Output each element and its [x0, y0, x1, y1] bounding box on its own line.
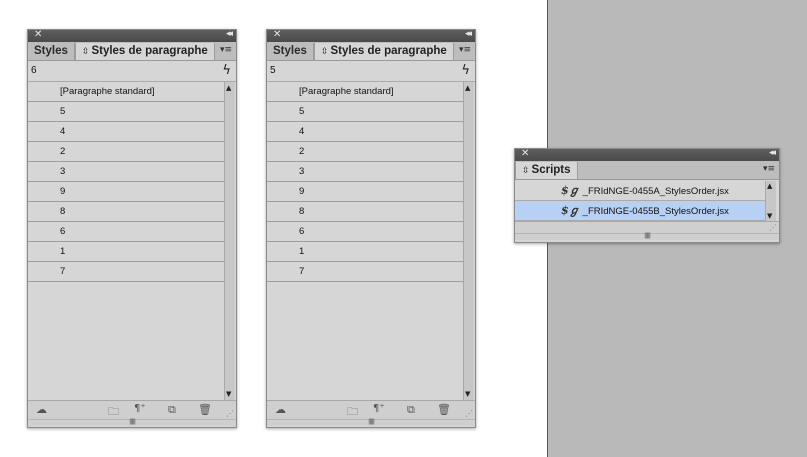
tab-label: Scripts: [531, 164, 571, 176]
scroll-up-icon[interactable]: ▲: [226, 84, 231, 92]
panel-footer: ☁ 🗀 ¶⁺ ⧉ 🗑 ⋰: [267, 400, 475, 419]
style-item[interactable]: 8: [267, 202, 463, 222]
close-icon[interactable]: ✕: [273, 29, 281, 40]
style-item[interactable]: 4: [267, 122, 463, 142]
quick-apply-icon[interactable]: ϟ: [461, 61, 470, 81]
resize-grip-icon[interactable]: ⋰: [769, 223, 777, 232]
tab-bar: ⇳ Scripts ▾≡: [515, 161, 779, 180]
clear-overrides-icon[interactable]: ¶⁺: [134, 403, 146, 414]
new-style-icon[interactable]: ⧉: [168, 403, 176, 417]
style-item[interactable]: [Paragraphe standard]: [28, 82, 224, 102]
vertical-scrollbar[interactable]: ▲ ▼: [463, 82, 474, 400]
trash-icon[interactable]: 🗑: [198, 403, 212, 416]
current-style-name: 6: [31, 65, 37, 76]
collapse-icon[interactable]: ◂◂: [226, 29, 233, 39]
style-item[interactable]: 9: [267, 182, 463, 202]
style-item[interactable]: 1: [267, 242, 463, 262]
current-style-name: 5: [270, 65, 276, 76]
style-item[interactable]: 3: [267, 162, 463, 182]
sort-icon: ⇳: [320, 47, 329, 57]
tab-paragraph-styles[interactable]: ⇳ Styles de paragraphe: [313, 43, 454, 60]
script-item[interactable]: $ℊ _FRIdNGE-0455A_StylesOrder.jsx: [515, 181, 765, 201]
script-item-selected[interactable]: $ℊ _FRIdNGE-0455B_StylesOrder.jsx: [515, 201, 765, 221]
panel-menu-icon[interactable]: ▾≡: [220, 45, 232, 55]
new-style-icon[interactable]: ⧉: [407, 403, 415, 417]
style-item[interactable]: 3: [28, 162, 224, 182]
panel-titlebar[interactable]: ✕ ◂◂: [28, 29, 236, 42]
paragraph-styles-panel-2: ✕ ◂◂ Styles ⇳ Styles de paragraphe ▾≡ 5 ϟ…: [266, 29, 476, 428]
style-item[interactable]: 7: [28, 262, 224, 282]
style-item[interactable]: 8: [28, 202, 224, 222]
tab-label: Styles de paragraphe: [330, 45, 447, 57]
close-icon[interactable]: ✕: [34, 29, 42, 40]
scripts-panel: ✕ ◂◂ ⇳ Scripts ▾≡ $ℊ _FRIdNGE-0455A_Styles…: [514, 148, 780, 243]
panel-titlebar[interactable]: ✕ ◂◂: [515, 148, 779, 161]
collapse-icon[interactable]: ◂◂: [465, 29, 472, 39]
vertical-scrollbar[interactable]: ▲ ▼: [765, 181, 776, 221]
style-item[interactable]: 9: [28, 182, 224, 202]
style-item[interactable]: 4: [28, 122, 224, 142]
style-item[interactable]: 2: [267, 142, 463, 162]
script-icon: $ℊ: [561, 184, 580, 197]
tab-scripts[interactable]: ⇳ Scripts: [515, 162, 578, 179]
scroll-up-icon[interactable]: ▲: [465, 84, 470, 92]
script-list: $ℊ _FRIdNGE-0455A_StylesOrder.jsx $ℊ _FRId…: [515, 181, 765, 221]
style-list: [Paragraphe standard] 5 4 2 3 9 8 6 1 7: [28, 82, 224, 400]
cloud-icon[interactable]: ☁: [36, 403, 47, 416]
scroll-down-icon[interactable]: ▼: [226, 390, 231, 398]
style-item[interactable]: 6: [28, 222, 224, 242]
bottom-drag-handle[interactable]: ||||||||||: [515, 233, 779, 240]
tab-bar: Styles ⇳ Styles de paragraphe ▾≡: [28, 42, 236, 61]
bottom-drag-handle[interactable]: ||||||||||: [267, 419, 475, 426]
style-item[interactable]: [Paragraphe standard]: [267, 82, 463, 102]
paragraph-styles-panel-1: ✕ ◂◂ Styles ⇳ Styles de paragraphe ▾≡ 6 ϟ…: [27, 29, 237, 428]
panel-footer: ⋰: [515, 221, 779, 233]
style-item[interactable]: 5: [28, 102, 224, 122]
panel-footer: ☁ 🗀 ¶⁺ ⧉ 🗑 ⋰: [28, 400, 236, 419]
tab-label: Styles de paragraphe: [91, 45, 208, 57]
tab-styles[interactable]: Styles: [267, 43, 314, 60]
style-item[interactable]: 6: [267, 222, 463, 242]
vertical-scrollbar[interactable]: ▲ ▼: [224, 82, 235, 400]
resize-grip-icon[interactable]: ⋰: [465, 409, 473, 418]
resize-grip-icon[interactable]: ⋰: [226, 409, 234, 418]
scroll-up-icon[interactable]: ▲: [767, 182, 772, 190]
panel-menu-icon[interactable]: ▾≡: [459, 45, 471, 55]
clear-overrides-icon[interactable]: ¶⁺: [373, 403, 385, 414]
close-icon[interactable]: ✕: [521, 148, 529, 159]
bottom-drag-handle[interactable]: ||||||||||: [28, 419, 236, 426]
style-item[interactable]: 7: [267, 262, 463, 282]
script-label: _FRIdNGE-0455B_StylesOrder.jsx: [582, 206, 729, 217]
scroll-down-icon[interactable]: ▼: [465, 390, 470, 398]
style-info-row: 6 ϟ: [28, 61, 236, 82]
tab-bar: Styles ⇳ Styles de paragraphe ▾≡: [267, 42, 475, 61]
collapse-icon[interactable]: ◂◂: [769, 148, 776, 158]
tab-paragraph-styles[interactable]: ⇳ Styles de paragraphe: [74, 43, 215, 60]
style-info-row: 5 ϟ: [267, 61, 475, 82]
style-item[interactable]: 1: [28, 242, 224, 262]
trash-icon[interactable]: 🗑: [437, 403, 451, 416]
script-label: _FRIdNGE-0455A_StylesOrder.jsx: [582, 186, 729, 197]
style-item[interactable]: 2: [28, 142, 224, 162]
panel-menu-icon[interactable]: ▾≡: [763, 164, 775, 174]
cloud-icon[interactable]: ☁: [275, 403, 286, 416]
tab-styles[interactable]: Styles: [28, 43, 75, 60]
quick-apply-icon[interactable]: ϟ: [222, 61, 231, 81]
sort-icon: ⇳: [522, 166, 530, 176]
scroll-down-icon[interactable]: ▼: [767, 212, 772, 220]
panel-titlebar[interactable]: ✕ ◂◂: [267, 29, 475, 42]
style-list: [Paragraphe standard] 5 4 2 3 9 8 6 1 7: [267, 82, 463, 400]
sort-icon: ⇳: [81, 47, 90, 57]
style-item[interactable]: 5: [267, 102, 463, 122]
script-icon: $ℊ: [561, 204, 580, 217]
